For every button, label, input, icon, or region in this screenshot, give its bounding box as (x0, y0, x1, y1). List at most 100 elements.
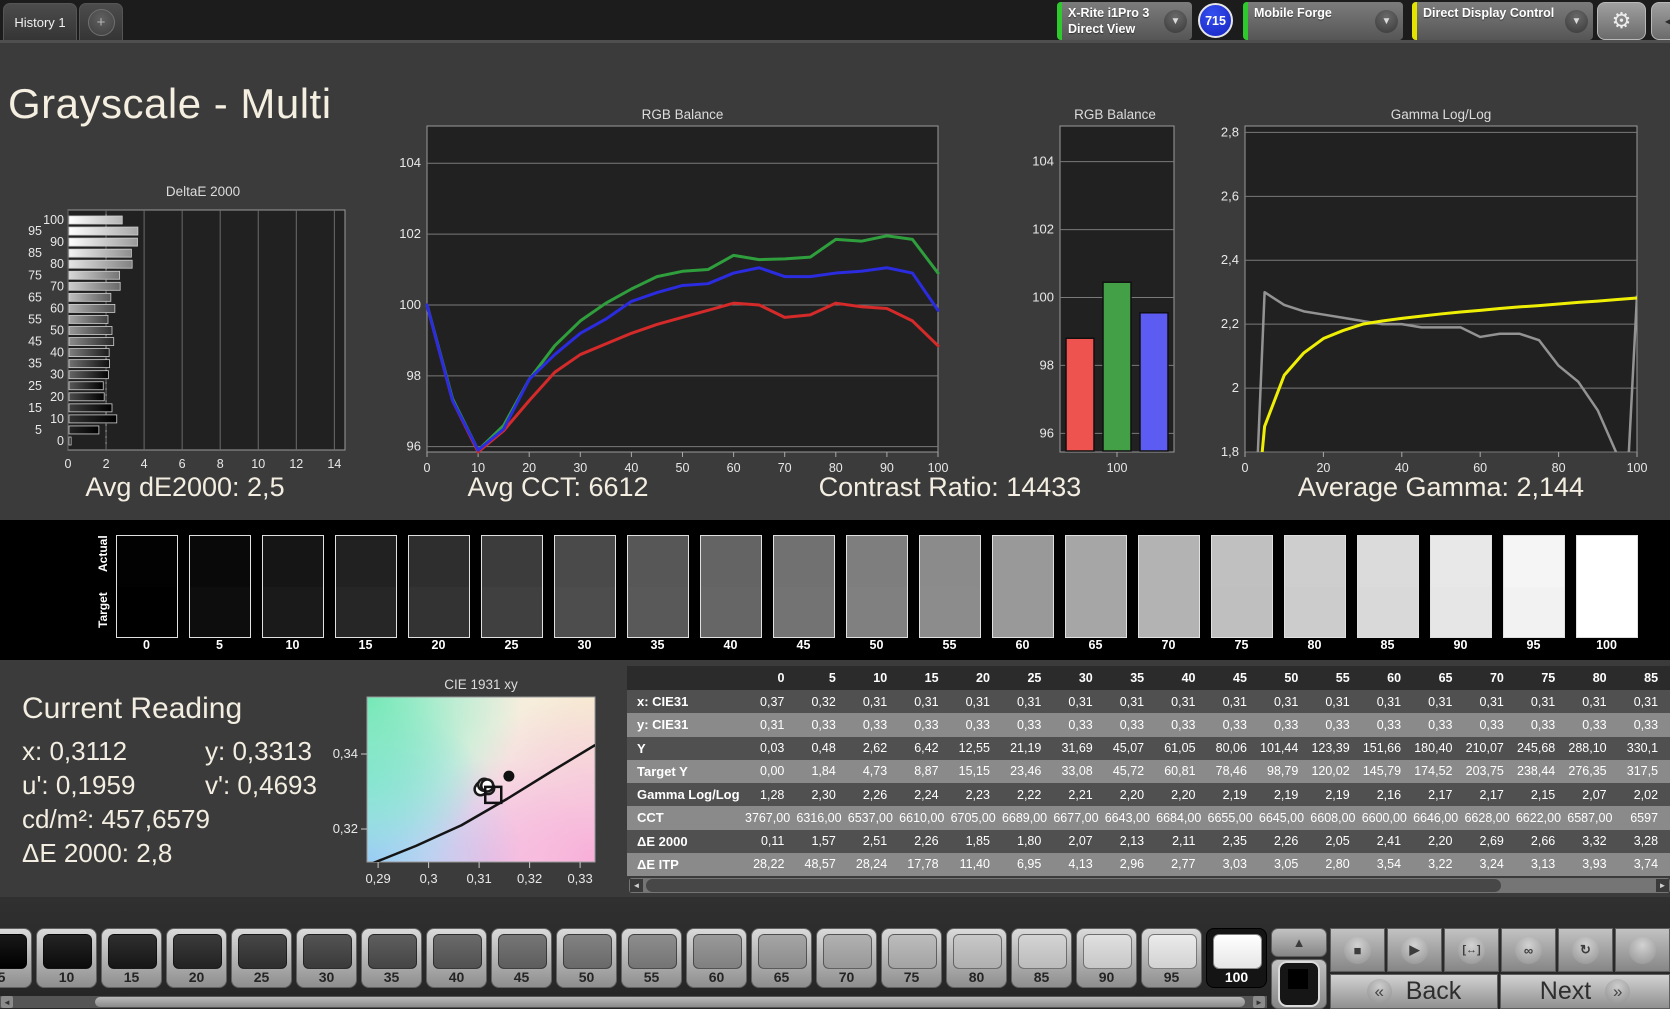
next-button[interactable]: Next » (1500, 974, 1670, 1009)
infinity-button[interactable]: ∞ (1501, 928, 1556, 972)
patch-thumbnail-50[interactable]: 50 (556, 928, 617, 988)
swatch-level-label: 20 (431, 638, 446, 652)
thumbnail-scrollbar-thumb[interactable] (95, 997, 1245, 1007)
tab-history-1[interactable]: History 1 (3, 3, 77, 40)
blank-button[interactable] (1615, 928, 1670, 972)
patch-swatch (43, 934, 92, 969)
patch-thumbnail-70[interactable]: 70 (816, 928, 877, 988)
table-cell: 3767,00 (745, 810, 791, 825)
table-cell: 238,44 (1517, 764, 1556, 779)
collapse-panel-button[interactable]: ◀ (1651, 2, 1670, 40)
table-cell: 123,39 (1311, 741, 1350, 756)
grayscale-swatch-50 (846, 535, 908, 638)
patch-label: 60 (708, 969, 725, 985)
stat-avg-de2000: Avg dE2000: 2,5 (85, 472, 285, 502)
patch-thumbnail-20[interactable]: 20 (166, 928, 227, 988)
swatch-actual (774, 536, 834, 587)
play-button[interactable]: ▶ (1387, 928, 1442, 972)
svg-text:0: 0 (424, 461, 431, 475)
patch-label: 20 (188, 969, 205, 985)
swatch-level-label: 70 (1161, 638, 1176, 652)
scroll-left-icon[interactable]: ◄ (630, 879, 643, 892)
patch-thumbnail-10[interactable]: 10 (36, 928, 97, 988)
patch-thumbnail-85[interactable]: 85 (1011, 928, 1072, 988)
deltae-bar-25 (68, 381, 104, 391)
loop-icon: ↻ (1572, 936, 1599, 964)
table-cell: 2,23 (965, 787, 990, 802)
table-row-label: x: CIE31 (637, 694, 689, 710)
meter-count-badge[interactable]: 715 (1198, 3, 1233, 38)
patch-thumbnail-60[interactable]: 60 (686, 928, 747, 988)
patch-thumbnail-35[interactable]: 35 (361, 928, 422, 988)
loop-button[interactable]: ↻ (1558, 928, 1613, 972)
patch-thumbnail-75[interactable]: 75 (881, 928, 942, 988)
range-button[interactable]: [↔] (1444, 928, 1499, 972)
patch-thumbnail-65[interactable]: 65 (751, 928, 812, 988)
table-cell: 0,31 (862, 694, 888, 709)
swatch-target (409, 586, 469, 637)
table-cell: 3,05 (1273, 857, 1299, 872)
settings-button[interactable]: ⚙ (1597, 2, 1646, 40)
table-scrollbar-thumb[interactable] (646, 879, 1501, 892)
table-cell: 2,05 (1325, 834, 1350, 849)
table-cell: 2,51 (862, 834, 888, 849)
table-cell: 0,31 (1633, 694, 1659, 709)
patch-label: 95 (1163, 969, 1180, 985)
grayscale-swatch-55 (919, 535, 981, 638)
patch-thumbnail-15[interactable]: 15 (101, 928, 162, 988)
swatch-actual (847, 536, 907, 587)
scroll-right-icon[interactable]: ► (1656, 879, 1669, 892)
swatch-target (920, 586, 980, 637)
table-cell: 0,33 (1582, 717, 1607, 732)
table-column-header: 20 (976, 671, 990, 685)
source-dropdown[interactable]: Mobile Forge ▼ (1243, 2, 1403, 40)
back-button[interactable]: « Back (1330, 974, 1498, 1009)
swatch-level-label: 55 (942, 638, 957, 652)
meter-dropdown[interactable]: X-Rite i1Pro 3 Direct View ▼ (1057, 2, 1192, 40)
svg-text:60: 60 (50, 301, 64, 315)
swatch-actual (920, 536, 980, 587)
chevron-down-icon[interactable]: ▼ (1375, 10, 1398, 33)
chevron-down-icon[interactable]: ▼ (1164, 10, 1187, 33)
grayscale-swatch-100 (1576, 535, 1638, 638)
svg-text:102: 102 (399, 226, 421, 241)
svg-text:35: 35 (28, 357, 42, 371)
scroll-right-icon[interactable]: ► (1253, 996, 1265, 1008)
stop-button[interactable]: ■ (1330, 928, 1385, 972)
table-cell: 0,31 (1530, 694, 1556, 709)
swatch-level-label: 50 (869, 638, 884, 652)
scroll-left-icon[interactable]: ◄ (1, 996, 13, 1008)
display-control-dropdown[interactable]: Direct Display Control ▼ (1412, 2, 1593, 40)
table-cell: 0,11 (760, 834, 785, 849)
grayscale-swatch-30 (554, 535, 616, 638)
patch-thumbnail-100[interactable]: 100 (1206, 928, 1267, 988)
patch-thumbnail-40[interactable]: 40 (426, 928, 487, 988)
table-cell: 28,22 (753, 857, 785, 872)
table-cell: 6587,00 (1567, 810, 1613, 825)
table-column-header: 55 (1335, 671, 1350, 685)
thumbnail-scrollbar[interactable]: ◄ ► (0, 996, 1267, 1008)
patch-thumbnail-55[interactable]: 55 (621, 928, 682, 988)
scroll-up-button[interactable]: ▲ (1271, 928, 1327, 957)
patch-thumbnail-25[interactable]: 25 (231, 928, 292, 988)
table-cell: 0,03 (760, 741, 785, 756)
table-cell: 6600,00 (1361, 810, 1407, 825)
table-scrollbar[interactable]: ◄ ► (629, 878, 1670, 893)
patch-thumbnail-45[interactable]: 45 (491, 928, 552, 988)
pattern-window-button[interactable] (1271, 959, 1327, 1009)
svg-text:0,32: 0,32 (517, 871, 542, 886)
add-tab-button[interactable]: + (79, 3, 123, 40)
patch-thumbnail-80[interactable]: 80 (946, 928, 1007, 988)
chevron-down-icon[interactable]: ▼ (1565, 10, 1588, 33)
svg-text:95: 95 (28, 224, 42, 238)
patch-thumbnail-5[interactable]: 5 (0, 928, 32, 988)
patch-thumbnail-30[interactable]: 30 (296, 928, 357, 988)
deltae-bar-65 (68, 292, 112, 302)
patch-thumbnail-95[interactable]: 95 (1141, 928, 1202, 988)
deltae-bar-20 (68, 392, 105, 402)
deltae-bar-100 (68, 215, 123, 225)
patch-thumbnail-90[interactable]: 90 (1076, 928, 1137, 988)
swatch-target (628, 586, 688, 637)
table-cell: 8,87 (914, 764, 939, 779)
table-cell: 17,78 (907, 857, 939, 872)
